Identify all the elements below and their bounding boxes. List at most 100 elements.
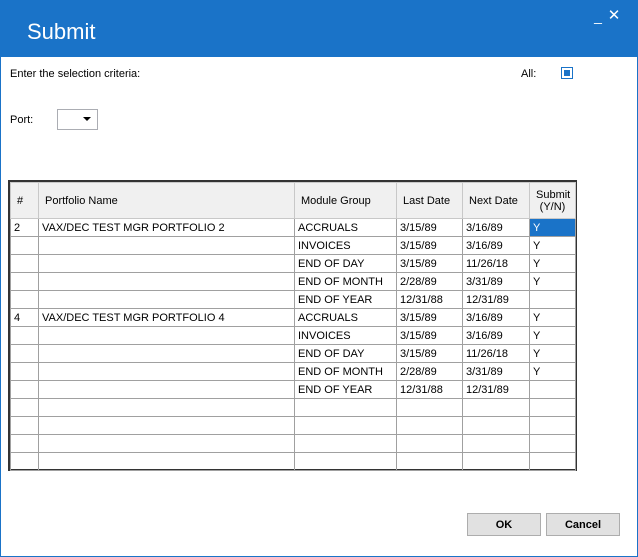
table-cell[interactable]	[10, 344, 39, 363]
table-cell[interactable]: 12/31/89	[462, 290, 530, 309]
table-cell[interactable]: END OF MONTH	[294, 362, 397, 381]
table-cell[interactable]	[396, 416, 463, 435]
table-cell[interactable]	[529, 380, 576, 399]
column-header-number[interactable]: #	[10, 182, 39, 219]
cancel-button[interactable]: Cancel	[546, 513, 620, 536]
table-cell[interactable]	[529, 290, 576, 309]
table-row[interactable]: END OF MONTH 2/28/89 3/31/89 Y	[10, 272, 576, 291]
table-cell[interactable]: END OF DAY	[294, 254, 397, 273]
table-cell[interactable]	[294, 416, 397, 435]
table-cell[interactable]	[10, 416, 39, 435]
table-cell[interactable]: 3/16/89	[462, 308, 530, 327]
table-cell[interactable]	[38, 326, 295, 345]
table-cell[interactable]: Y	[529, 308, 576, 327]
table-cell[interactable]	[10, 326, 39, 345]
table-cell[interactable]	[462, 416, 530, 435]
table-cell[interactable]	[10, 380, 39, 399]
table-cell[interactable]	[396, 452, 463, 471]
table-cell[interactable]: 4	[10, 308, 39, 327]
table-row[interactable]: END OF YEAR 12/31/88 12/31/89	[10, 290, 576, 309]
table-cell[interactable]	[10, 452, 39, 471]
table-cell[interactable]	[529, 452, 576, 471]
table-cell[interactable]: 11/26/18	[462, 344, 530, 363]
table-cell[interactable]	[294, 398, 397, 417]
table-cell[interactable]: Y	[529, 326, 576, 345]
column-header-module-group[interactable]: Module Group	[294, 182, 397, 219]
table-cell[interactable]: END OF YEAR	[294, 290, 397, 309]
table-cell[interactable]	[38, 290, 295, 309]
dropdown-arrow-icon[interactable]	[83, 117, 91, 121]
table-cell[interactable]	[294, 434, 397, 453]
all-checkbox[interactable]	[561, 67, 573, 79]
table-row[interactable]: INVOICES 3/15/89 3/16/89 Y	[10, 326, 576, 345]
table-row[interactable]: END OF DAY 3/15/89 11/26/18 Y	[10, 344, 576, 363]
table-cell[interactable]: 3/16/89	[462, 218, 530, 237]
table-row[interactable]: 2 VAX/DEC TEST MGR PORTFOLIO 2 ACCRUALS 3/1…	[10, 218, 576, 237]
table-row[interactable]: 4 VAX/DEC TEST MGR PORTFOLIO 4 ACCRUALS 3/1…	[10, 308, 576, 327]
table-row[interactable]	[10, 398, 576, 417]
table-cell[interactable]: 3/31/89	[462, 272, 530, 291]
ok-button[interactable]: OK	[467, 513, 541, 536]
table-cell[interactable]: 2/28/89	[396, 272, 463, 291]
table-cell[interactable]: END OF DAY	[294, 344, 397, 363]
table-cell[interactable]	[38, 236, 295, 255]
table-cell[interactable]: 12/31/88	[396, 380, 463, 399]
table-cell[interactable]: Y	[529, 254, 576, 273]
table-cell[interactable]	[38, 344, 295, 363]
column-header-last-date[interactable]: Last Date	[396, 182, 463, 219]
table-cell[interactable]: VAX/DEC TEST MGR PORTFOLIO 4	[38, 308, 295, 327]
table-cell[interactable]	[38, 398, 295, 417]
table-cell[interactable]	[38, 272, 295, 291]
table-row[interactable]: END OF DAY 3/15/89 11/26/18 Y	[10, 254, 576, 273]
table-cell[interactable]	[10, 398, 39, 417]
table-cell[interactable]	[38, 416, 295, 435]
table-cell[interactable]: 3/15/89	[396, 326, 463, 345]
table-cell[interactable]: 3/15/89	[396, 344, 463, 363]
table-cell[interactable]	[529, 398, 576, 417]
table-cell[interactable]	[462, 398, 530, 417]
table-cell[interactable]: 3/16/89	[462, 326, 530, 345]
table-cell[interactable]: 3/15/89	[396, 254, 463, 273]
close-button[interactable]: ✕	[605, 7, 623, 25]
column-header-submit[interactable]: Submit (Y/N)	[529, 182, 576, 219]
table-cell[interactable]	[10, 254, 39, 273]
table-cell[interactable]	[529, 434, 576, 453]
table-cell[interactable]: 3/16/89	[462, 236, 530, 255]
table-cell[interactable]	[10, 290, 39, 309]
table-cell[interactable]	[38, 434, 295, 453]
table-cell[interactable]	[462, 452, 530, 471]
table-row[interactable]	[10, 434, 576, 453]
table-cell[interactable]: Y	[529, 236, 576, 255]
table-cell[interactable]	[38, 452, 295, 471]
column-header-portfolio-name[interactable]: Portfolio Name	[38, 182, 295, 219]
table-cell[interactable]: 3/15/89	[396, 308, 463, 327]
port-dropdown[interactable]	[57, 109, 98, 130]
table-cell[interactable]	[38, 362, 295, 381]
table-cell[interactable]: 11/26/18	[462, 254, 530, 273]
column-header-next-date[interactable]: Next Date	[462, 182, 530, 219]
table-cell[interactable]: Y	[529, 272, 576, 291]
table-cell[interactable]: VAX/DEC TEST MGR PORTFOLIO 2	[38, 218, 295, 237]
table-cell[interactable]	[10, 362, 39, 381]
table-cell[interactable]	[10, 272, 39, 291]
table-cell[interactable]	[38, 254, 295, 273]
table-cell[interactable]: Y	[529, 362, 576, 381]
table-row[interactable]: END OF MONTH 2/28/89 3/31/89 Y	[10, 362, 576, 381]
table-cell[interactable]: END OF MONTH	[294, 272, 397, 291]
table-cell[interactable]: INVOICES	[294, 236, 397, 255]
table-cell[interactable]: 3/31/89	[462, 362, 530, 381]
table-row[interactable]	[10, 416, 576, 435]
table-cell[interactable]	[10, 434, 39, 453]
table-row[interactable]: END OF YEAR 12/31/88 12/31/89	[10, 380, 576, 399]
table-cell[interactable]	[396, 434, 463, 453]
table-cell[interactable]	[38, 380, 295, 399]
table-cell[interactable]	[396, 398, 463, 417]
table-cell[interactable]: Y	[529, 344, 576, 363]
table-cell[interactable]	[10, 236, 39, 255]
table-cell[interactable]	[529, 416, 576, 435]
table-cell[interactable]: 12/31/89	[462, 380, 530, 399]
table-cell[interactable]: ACCRUALS	[294, 308, 397, 327]
table-cell[interactable]: Y	[529, 218, 576, 237]
table-cell[interactable]: INVOICES	[294, 326, 397, 345]
table-row[interactable]: INVOICES 3/15/89 3/16/89 Y	[10, 236, 576, 255]
